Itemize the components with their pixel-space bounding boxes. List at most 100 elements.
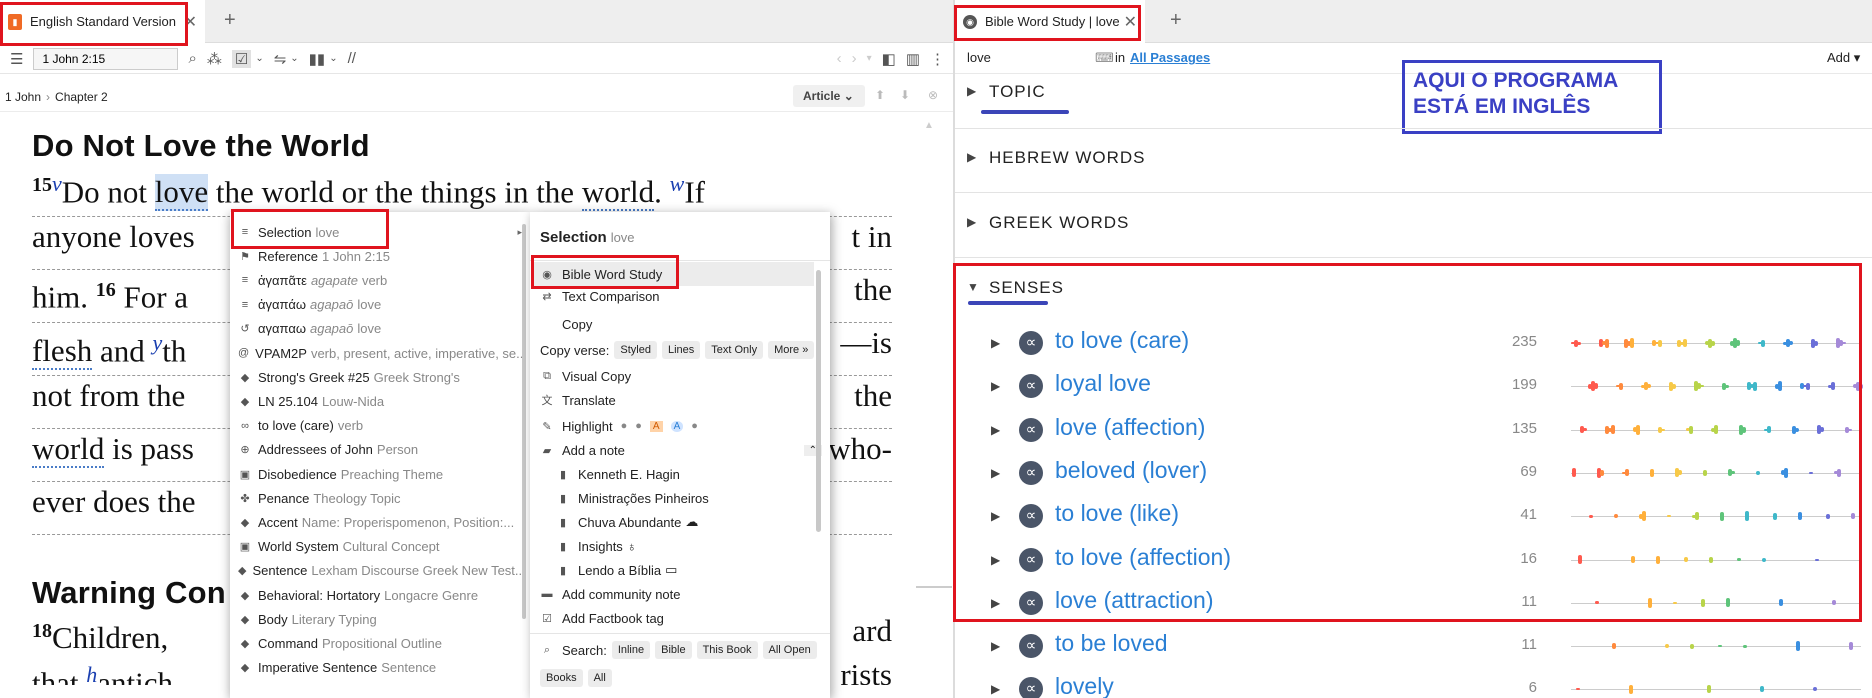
text-comparison-item[interactable]: ⇄ Text Comparison [540, 284, 659, 308]
expand-icon[interactable]: ▶ [967, 215, 977, 229]
more-options-icon[interactable]: ⋮ [930, 50, 945, 68]
sense-label[interactable]: to love (care) [1055, 327, 1189, 354]
copy-styled-button[interactable]: Styled [614, 341, 657, 359]
add-factbook-tag-item[interactable]: ☑ Add Factbook tag [540, 606, 664, 630]
breadcrumb-book[interactable]: 1 John [5, 90, 41, 104]
sense-distribution-chart[interactable] [1571, 641, 1861, 652]
sense-row[interactable]: ▶ ∝ loyal love 199 [955, 366, 1872, 409]
tab-english-standard-version[interactable]: ▮ English Standard Version ✕ [0, 0, 205, 43]
menu-item[interactable]: ≡ Selection love ▸ [238, 220, 522, 244]
menu-item[interactable]: ∞ to love (care) verb [238, 414, 522, 438]
menu-item[interactable]: ↺ αγαπαω agapaō love [238, 317, 522, 341]
search-books-button[interactable]: Books [540, 669, 583, 687]
search-inline-button[interactable]: Inline [611, 641, 651, 659]
word-link[interactable]: Children, [52, 620, 169, 655]
new-tab-icon[interactable]: + [1170, 9, 1182, 32]
close-tab-icon[interactable]: ✕ [1124, 12, 1137, 32]
menu-icon[interactable]: ☰ [10, 50, 23, 68]
expand-icon[interactable]: ▶ [991, 553, 1000, 567]
layout-icon[interactable]: ▥ [906, 50, 920, 68]
collapse-icon[interactable]: ▼ [967, 280, 980, 294]
sense-distribution-chart[interactable] [1571, 381, 1863, 392]
menu-item[interactable]: ▸▣DisobediencePreaching Theme [238, 462, 522, 486]
menu-item[interactable]: ⚑ Reference 1 John 2:15 [238, 244, 522, 268]
menu-item[interactable]: ≡ ἀγαπάω agapaō love [238, 293, 522, 317]
scope-link[interactable]: All Passages [1130, 50, 1210, 65]
note-file-item[interactable]: ▮ Ministrações Pinheiros [556, 486, 709, 510]
menu-item[interactable]: ▸◆BodyLiterary Typing [238, 607, 522, 631]
sense-row[interactable]: ▶ ∝ lovely 6 [955, 669, 1872, 698]
section-topic[interactable]: ▶ TOPIC [955, 82, 1872, 108]
translate-item[interactable]: 文 Translate [540, 388, 616, 412]
copy-lines-button[interactable]: Lines [661, 341, 701, 359]
chevron-down-icon[interactable]: ⌄ [255, 53, 263, 64]
word-link[interactable]: world [32, 431, 105, 468]
expand-icon[interactable]: ▶ [991, 379, 1000, 393]
keyboard-icon[interactable]: ⌨ [1095, 50, 1114, 66]
bible-word-study-item[interactable]: ◉ Bible Word Study [534, 262, 814, 286]
sense-distribution-chart[interactable] [1571, 555, 1861, 564]
inline-search-icon[interactable]: ⇋ [274, 50, 287, 68]
section-greek-words[interactable]: ▶ GREEK WORDS [955, 213, 1872, 239]
reference-input[interactable] [33, 47, 179, 70]
history-dropdown-icon[interactable]: ▾ [867, 53, 872, 64]
visual-copy-item[interactable]: ⧉ Visual Copy [540, 364, 631, 388]
word-link[interactable]: world [581, 174, 655, 212]
highlight-style-icon[interactable]: A [670, 420, 684, 432]
search-all-button[interactable]: All [587, 669, 612, 687]
sense-label[interactable]: loyal love [1055, 370, 1151, 397]
section-hebrew-words[interactable]: ▶ HEBREW WORDS [955, 148, 1872, 174]
search-all-open-button[interactable]: All Open [762, 641, 817, 659]
new-tab-icon[interactable]: + [224, 9, 236, 32]
add-community-note-item[interactable]: ▬ Add community note [540, 582, 681, 606]
split-view-icon[interactable]: ◧ [882, 50, 896, 68]
expand-icon[interactable]: ▶ [967, 150, 977, 164]
sense-distribution-chart[interactable] [1571, 597, 1861, 608]
parallel-resources-icon[interactable]: ▮▮ [309, 50, 326, 68]
expand-icon[interactable]: ▶ [991, 423, 1000, 437]
note-file-item[interactable]: ▮ Lendo a Bíblia ▭ [556, 558, 677, 582]
footnote-marker[interactable]: h [86, 662, 97, 685]
sense-distribution-chart[interactable] [1571, 424, 1861, 435]
expand-icon[interactable]: ▶ [991, 639, 1000, 653]
footnote-marker[interactable]: y [153, 330, 163, 355]
menu-item[interactable]: ▣ World System Cultural Concept [238, 535, 522, 559]
highlight-style-icon[interactable]: ● [621, 420, 628, 432]
note-file-item[interactable]: ▮ Insights ♁ [556, 534, 637, 558]
copy-text-only-button[interactable]: Text Only [705, 341, 764, 359]
sense-distribution-chart[interactable] [1571, 511, 1861, 522]
sense-row[interactable]: ▶ ∝ love (attraction) 11 [955, 583, 1872, 626]
menu-item[interactable]: ▸◆AccentName: Properispomenon, Position:… [238, 510, 522, 534]
expand-icon[interactable]: ▶ [991, 509, 1000, 523]
note-file-item[interactable]: ▮ Kenneth E. Hagin [556, 462, 680, 486]
clear-icon[interactable]: ⊗ [928, 88, 938, 102]
scroll-up-icon[interactable]: ▲ [924, 120, 934, 131]
sense-label[interactable]: lovely [1055, 673, 1114, 698]
menu-item[interactable]: @ VPAM2P verb, present, active, imperative… [238, 341, 522, 365]
menu-item[interactable]: ◆ Sentence Lexham Discourse Greek New Test… [238, 559, 522, 583]
arrow-up-icon[interactable]: ⬆ [875, 88, 885, 102]
verse-number[interactable]: 15 [32, 174, 52, 196]
menu-item[interactable]: ◆ Strong's Greek #25 Greek Strong's [238, 365, 522, 389]
menu-item[interactable]: ◆ LN 25.104 Louw-Nida [238, 389, 522, 413]
menu-item[interactable]: ▸≡ἀγαπᾶτεagapateverb [238, 268, 522, 292]
word-link[interactable]: world [261, 174, 334, 212]
highlight-item[interactable]: ✎ Highlight ● ● A A ● [540, 414, 698, 438]
sense-row[interactable]: ▶ ∝ to be loved 11 [955, 626, 1872, 669]
link-set-label[interactable]: // [348, 50, 356, 67]
chevron-down-icon[interactable]: ⌄ [329, 53, 337, 64]
menu-scrollbar[interactable] [816, 270, 821, 532]
sense-row[interactable]: ▶ ∝ beloved (lover) 69 [955, 453, 1872, 496]
sense-row[interactable]: ▶ ∝ love (affection) 135 [955, 410, 1872, 453]
sense-label[interactable]: to be loved [1055, 630, 1168, 657]
menu-scrollbar[interactable] [522, 224, 526, 619]
sense-label[interactable]: love (attraction) [1055, 587, 1214, 614]
copy-more-button[interactable]: More » [768, 341, 815, 359]
menu-item[interactable]: ▸✤PenanceTheology Topic [238, 486, 522, 510]
menu-item[interactable]: ◆ Imperative Sentence Sentence [238, 656, 522, 680]
copy-item[interactable]: Copy [540, 312, 592, 336]
tab-bible-word-study[interactable]: ◉ Bible Word Study | love ✕ [955, 0, 1145, 43]
expand-icon[interactable]: ▶ [991, 596, 1000, 610]
sense-row[interactable]: ▶ ∝ to love (care) 235 [955, 323, 1872, 366]
footnote-marker[interactable]: w [670, 171, 685, 196]
